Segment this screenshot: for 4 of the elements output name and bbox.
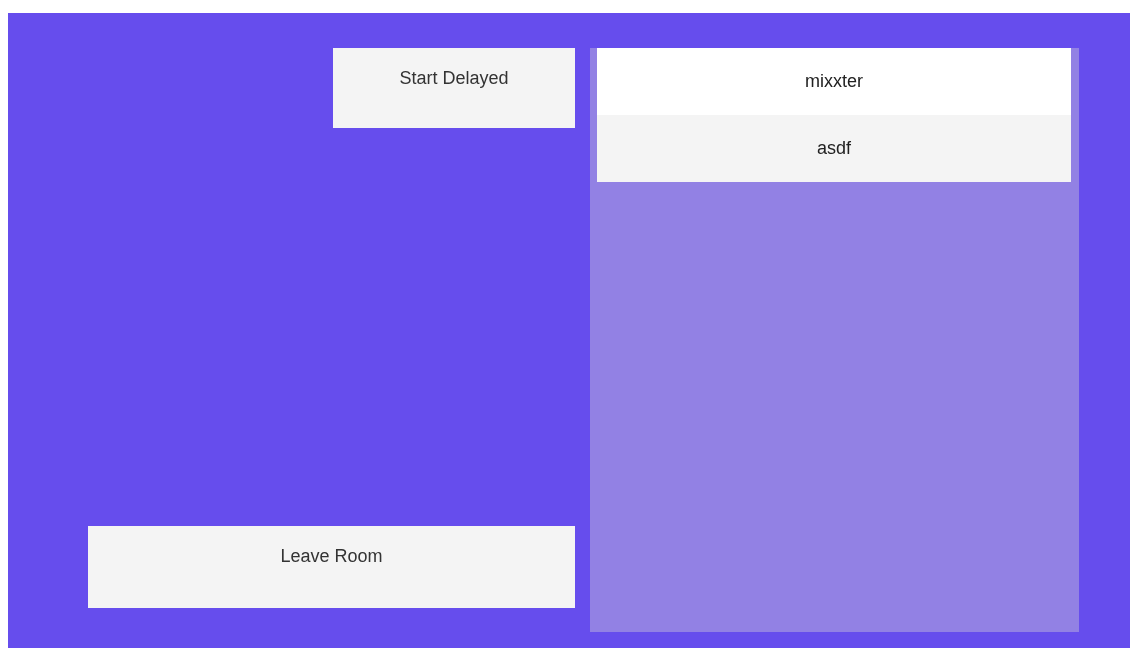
player-list-item[interactable]: mixxter (597, 48, 1071, 115)
leave-room-button[interactable]: Leave Room (88, 526, 575, 608)
start-delayed-button[interactable]: Start Delayed (333, 48, 575, 128)
player-list-item[interactable]: asdf (597, 115, 1071, 182)
